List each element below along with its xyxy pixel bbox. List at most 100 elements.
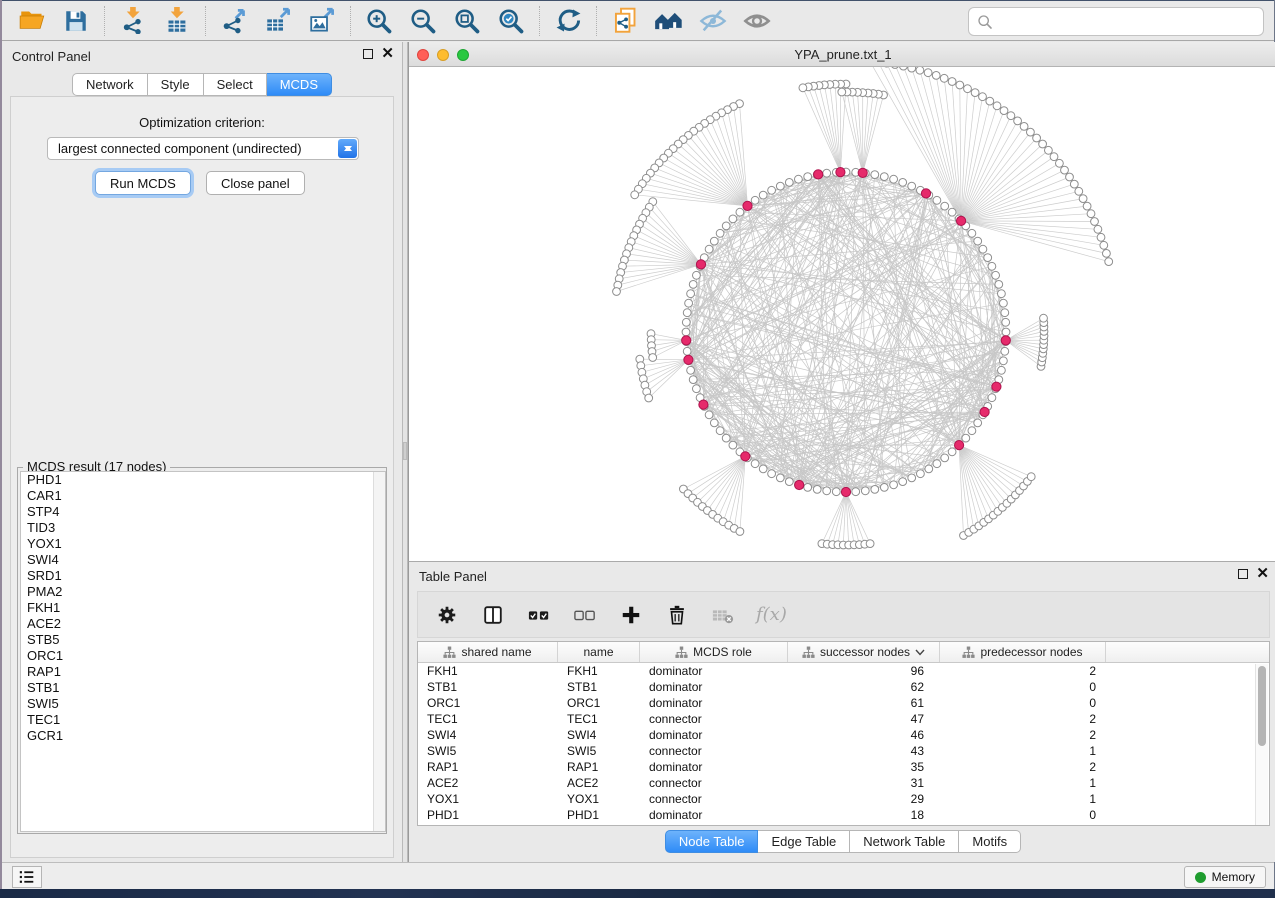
network-node[interactable] [1061,166,1069,174]
network-node[interactable] [979,93,987,101]
network-node[interactable] [998,290,1006,298]
table-cell[interactable]: TEC1 [558,711,640,727]
network-node[interactable] [1079,195,1087,203]
network-node[interactable] [613,288,621,296]
network-node[interactable] [968,427,976,435]
mcds-result-item[interactable]: CAR1 [21,488,385,504]
show-details-button[interactable] [738,4,776,38]
mcds-node[interactable] [684,355,693,364]
table-cell[interactable]: dominator [640,679,788,695]
save-session-button[interactable] [57,4,95,38]
network-node[interactable] [705,245,713,253]
network-node[interactable] [710,237,718,245]
table-cell[interactable]: SWI4 [558,727,640,743]
network-node[interactable] [716,229,724,237]
network-node[interactable] [631,191,639,199]
network-node[interactable] [823,169,831,177]
table-cell[interactable]: PHD1 [418,807,558,823]
export-table-button[interactable] [259,4,297,38]
clone-network-button[interactable] [606,4,644,38]
mcds-node[interactable] [814,170,823,179]
table-cell[interactable]: dominator [640,695,788,711]
network-node[interactable] [1094,225,1102,233]
network-node[interactable] [852,488,860,496]
network-node[interactable] [988,394,996,402]
table-cell[interactable]: 96 [788,663,940,679]
mcds-node[interactable] [957,216,966,225]
network-node[interactable] [956,81,964,89]
network-node[interactable] [1020,123,1028,131]
table-cell[interactable]: 31 [788,775,940,791]
network-node[interactable] [941,202,949,210]
import-table-button[interactable] [158,4,196,38]
network-node[interactable] [992,271,1000,279]
network-node[interactable] [871,486,879,494]
hide-details-button[interactable] [694,4,732,38]
mcds-node[interactable] [1001,336,1010,345]
network-node[interactable] [940,74,948,82]
table-cell[interactable]: FKH1 [558,663,640,679]
table-cell[interactable]: SWI5 [558,743,640,759]
network-node[interactable] [1002,318,1010,326]
network-node[interactable] [682,328,690,336]
zoom-in-button[interactable] [360,4,398,38]
network-node[interactable] [813,486,821,494]
network-graph[interactable] [409,67,1275,561]
table-cell[interactable]: 62 [788,679,940,695]
network-node[interactable] [1027,473,1035,481]
network-node[interactable] [795,175,803,183]
mcds-result-item[interactable]: STB5 [21,632,385,648]
network-node[interactable] [683,347,691,355]
network-node[interactable] [1083,202,1091,210]
network-node[interactable] [974,419,982,427]
network-node[interactable] [1027,128,1035,136]
table-cell[interactable]: FKH1 [418,663,558,679]
network-node[interactable] [890,481,898,489]
network-node[interactable] [962,434,970,442]
column-header-name[interactable]: name [558,642,640,662]
mcds-result-item[interactable]: TID3 [21,520,385,536]
float-panel-icon[interactable] [363,49,373,59]
network-node[interactable] [916,67,924,74]
network-node[interactable] [933,460,941,468]
zoom-out-button[interactable] [404,4,442,38]
network-node[interactable] [1097,233,1105,241]
network-node[interactable] [1100,241,1108,249]
mcds-node[interactable] [980,407,989,416]
network-node[interactable] [823,487,831,495]
mcds-result-item[interactable]: ORC1 [21,648,385,664]
column-header-predecessor-nodes[interactable]: predecessor nodes [940,642,1106,662]
tab-motifs[interactable]: Motifs [959,830,1021,853]
network-node[interactable] [964,85,972,93]
network-node[interactable] [685,299,693,307]
network-node[interactable] [1070,180,1078,188]
network-node[interactable] [948,448,956,456]
table-cell[interactable]: 1 [940,743,1106,759]
network-node[interactable] [729,215,737,223]
table-cell[interactable]: ACE2 [418,775,558,791]
network-node[interactable] [689,376,697,384]
table-row[interactable]: STB1STB1dominator620 [418,679,1258,695]
table-row[interactable]: ORC1ORC1dominator610 [418,695,1258,711]
network-node[interactable] [799,84,807,92]
tab-select[interactable]: Select [204,73,267,96]
table-cell[interactable]: 1 [940,791,1106,807]
network-node[interactable] [1014,117,1022,125]
network-node[interactable] [1002,328,1010,336]
network-node[interactable] [986,97,994,105]
table-row[interactable]: FKH1FKH1dominator962 [418,663,1258,679]
network-node[interactable] [1001,347,1009,355]
neighbors-button[interactable] [650,4,688,38]
network-node[interactable] [785,478,793,486]
network-node[interactable] [948,78,956,86]
table-cell[interactable]: STB1 [558,679,640,695]
network-node[interactable] [988,262,996,270]
network-node[interactable] [785,179,793,187]
float-panel-icon[interactable] [1238,569,1248,579]
table-cell[interactable]: 18 [788,807,940,823]
tab-network-table[interactable]: Network Table [850,830,959,853]
tab-edge-table[interactable]: Edge Table [758,830,850,853]
mcds-node[interactable] [795,480,804,489]
table-cell[interactable]: ACE2 [558,775,640,791]
result-list-scrollbar[interactable] [373,472,385,831]
